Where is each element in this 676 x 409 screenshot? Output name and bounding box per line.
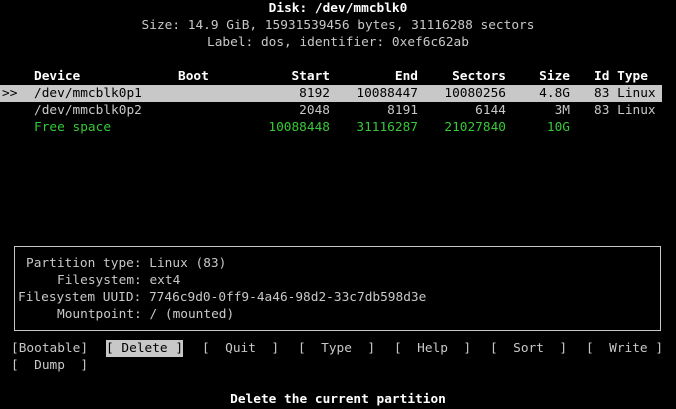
- status-message: Delete the current partition: [230, 392, 446, 407]
- info-filesystem-uuid: Filesystem UUID: 7746c9d0-0ff9-4a46-98d2…: [18, 290, 427, 305]
- dump-button[interactable]: [ Dump ]: [11, 357, 88, 374]
- row-sectors: 10080256: [444, 86, 506, 101]
- row-device: Free space: [34, 120, 112, 135]
- col-size-header: Size: [539, 69, 570, 84]
- delete-button[interactable]: [ Delete ]: [106, 340, 184, 357]
- table-row-free-space[interactable]: Free space 10088448 31116287 21027840 10…: [0, 119, 662, 136]
- info-filesystem: Filesystem: ext4: [57, 273, 181, 288]
- info-partition-type: Partition type: Linux (83): [26, 256, 227, 271]
- row-start: 10088448: [268, 120, 330, 135]
- info-mountpoint: Mountpoint: / (mounted): [57, 307, 235, 322]
- write-button[interactable]: [ Write ]: [586, 340, 663, 357]
- row-idtype: 83 Linux: [594, 103, 656, 118]
- row-device: /dev/mmcblk0p1: [34, 86, 142, 101]
- disk-size-line: Size: 14.9 GiB, 15931539456 bytes, 31116…: [141, 18, 535, 33]
- row-size: 10G: [546, 120, 570, 135]
- row-sectors: 21027840: [444, 120, 506, 135]
- row-device: /dev/mmcblk0p2: [34, 103, 142, 118]
- row-start: 8192: [299, 86, 330, 101]
- col-boot-header: Boot: [178, 69, 209, 84]
- col-end-header: End: [394, 69, 418, 84]
- selection-marker: >>: [2, 86, 18, 101]
- col-sectors-header: Sectors: [452, 69, 506, 84]
- row-start: 2048: [299, 103, 330, 118]
- disk-label-line: Label: dos, identifier: 0xef6c62ab: [207, 35, 469, 50]
- table-row[interactable]: /dev/mmcblk0p2 2048 8191 6144 3M 83 Linu…: [0, 102, 662, 119]
- type-button[interactable]: [ Type ]: [298, 340, 375, 357]
- table-row-selected[interactable]: >> /dev/mmcblk0p1 8192 10088447 10080256…: [0, 85, 662, 102]
- row-end: 10088447: [356, 86, 418, 101]
- col-device-header: Device: [34, 69, 81, 84]
- quit-button[interactable]: [ Quit ]: [202, 340, 279, 357]
- row-size: 4.8G: [539, 86, 570, 101]
- sort-button[interactable]: [ Sort ]: [490, 340, 567, 357]
- row-sectors: 6144: [475, 103, 506, 118]
- col-idtype-header: Id Type: [594, 69, 648, 84]
- disk-title: Disk: /dev/mmcblk0: [268, 1, 408, 16]
- table-header: Device Boot Start End Sectors Size Id Ty…: [0, 68, 676, 85]
- bootable-button[interactable]: [Bootable]: [11, 340, 88, 357]
- row-idtype: 83 Linux: [594, 86, 656, 101]
- col-start-header: Start: [291, 69, 330, 84]
- row-end: 8191: [387, 103, 418, 118]
- row-end: 31116287: [356, 120, 418, 135]
- help-button[interactable]: [ Help ]: [394, 340, 471, 357]
- row-size: 3M: [554, 103, 570, 118]
